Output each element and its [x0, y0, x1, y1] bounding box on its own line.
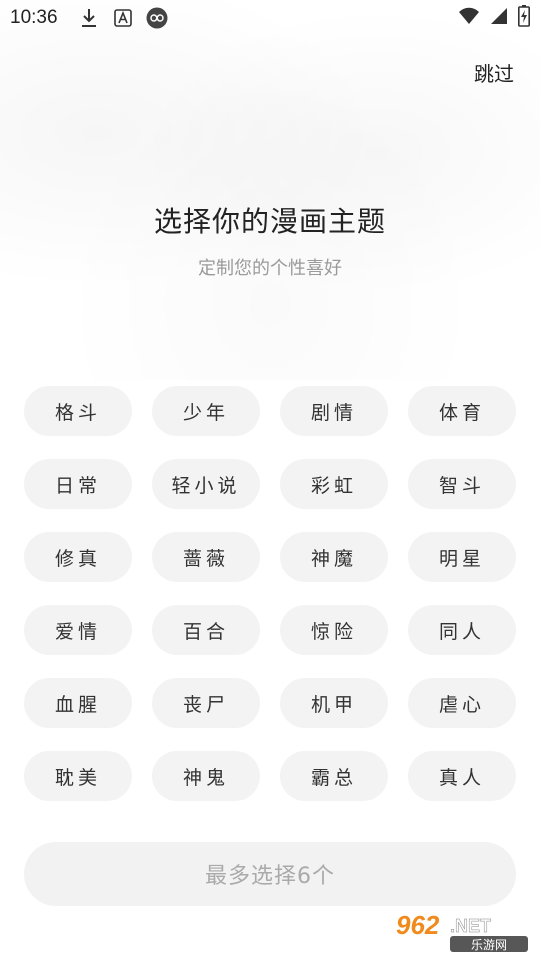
- theme-tag[interactable]: 霸总: [280, 751, 388, 801]
- theme-tag[interactable]: 真人: [408, 751, 516, 801]
- infinity-icon: [146, 7, 168, 29]
- svg-text:962: 962: [396, 910, 440, 940]
- theme-tag[interactable]: 惊险: [280, 605, 388, 655]
- confirm-selection-button[interactable]: 最多选择6个: [24, 842, 516, 906]
- theme-tag[interactable]: 神魔: [280, 532, 388, 582]
- theme-tag[interactable]: 明星: [408, 532, 516, 582]
- status-bar: 10:36: [0, 0, 540, 36]
- theme-tag[interactable]: 百合: [152, 605, 260, 655]
- theme-tag[interactable]: 蔷薇: [152, 532, 260, 582]
- font-a-icon: [112, 7, 134, 29]
- theme-tag[interactable]: 机甲: [280, 678, 388, 728]
- battery-charging-icon: [518, 5, 530, 31]
- theme-tag[interactable]: 血腥: [24, 678, 132, 728]
- theme-tag[interactable]: 格斗: [24, 386, 132, 436]
- svg-text:乐游网: 乐游网: [471, 938, 507, 952]
- theme-tag[interactable]: 体育: [408, 386, 516, 436]
- theme-tag[interactable]: 丧尸: [152, 678, 260, 728]
- signal-icon: [490, 7, 508, 29]
- theme-tag[interactable]: 同人: [408, 605, 516, 655]
- theme-tag[interactable]: 虐心: [408, 678, 516, 728]
- theme-tag[interactable]: 轻小说: [152, 459, 260, 509]
- theme-tag[interactable]: 神鬼: [152, 751, 260, 801]
- theme-tag[interactable]: 剧情: [280, 386, 388, 436]
- theme-tag[interactable]: 爱情: [24, 605, 132, 655]
- page-subtitle: 定制您的个性喜好: [198, 258, 342, 279]
- theme-tag[interactable]: 修真: [24, 532, 132, 582]
- watermark-logo: 962 .NET 乐游网: [394, 908, 532, 954]
- theme-tag[interactable]: 少年: [152, 386, 260, 436]
- theme-tag[interactable]: 彩虹: [280, 459, 388, 509]
- theme-tag[interactable]: 日常: [24, 459, 132, 509]
- page-title: 选择你的漫画主题: [153, 205, 386, 238]
- download-icon: [78, 7, 100, 29]
- background-illustration: [0, 0, 540, 380]
- status-time: 10:36: [10, 7, 58, 28]
- skip-button[interactable]: 跳过: [474, 58, 514, 87]
- svg-text:.NET: .NET: [450, 916, 491, 936]
- theme-tag-grid: 格斗 少年 剧情 体育 日常 轻小说 彩虹 智斗 修真 蔷薇 神魔 明星 爱情 …: [24, 386, 516, 801]
- theme-tag[interactable]: 耽美: [24, 751, 132, 801]
- theme-tag[interactable]: 智斗: [408, 459, 516, 509]
- wifi-icon: [458, 7, 480, 29]
